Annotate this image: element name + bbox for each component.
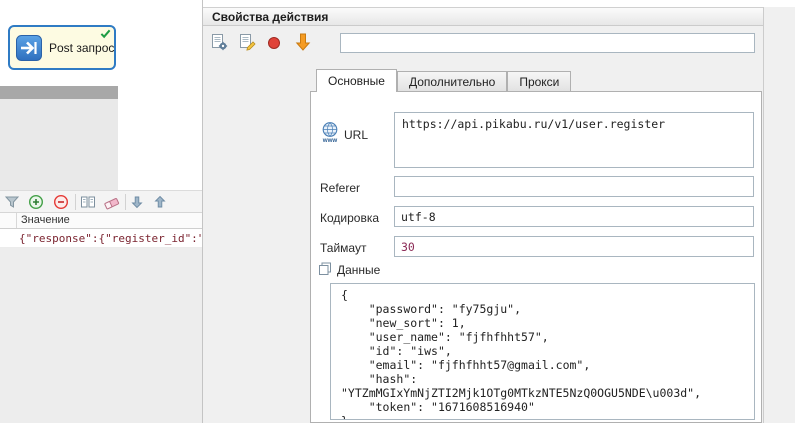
grid-header: Значение [0,213,203,229]
top-strip [203,0,795,7]
tab-main-label: Основные [328,74,385,88]
move-up-icon[interactable] [152,194,168,210]
properties-title: Свойства действия [212,10,328,24]
move-down-icon[interactable] [129,194,145,210]
record-icon[interactable] [266,35,282,51]
post-request-node[interactable]: Post запрос [8,25,116,70]
right-gutter [763,7,795,423]
data-label: Данные [337,263,380,277]
node-label: Post запрос [49,41,114,55]
eraser-icon[interactable] [104,194,120,210]
filter-icon[interactable] [4,194,20,210]
toolbar-separator [125,194,126,210]
referer-input[interactable] [394,176,754,197]
encoding-input[interactable] [394,206,754,227]
tab-additional[interactable]: Дополнительно [397,71,507,91]
toolbar-search-input[interactable] [340,33,755,53]
variables-toolbar [0,190,203,213]
workspace-panel-bg [0,99,118,190]
tab-proxy[interactable]: Прокси [507,71,571,91]
url-input[interactable]: https://api.pikabu.ru/v1/user.register [394,112,754,168]
timeout-label: Таймаут [320,241,366,255]
tab-main[interactable]: Основные [316,69,397,92]
encoding-label: Кодировка [320,211,379,225]
remove-icon[interactable] [53,194,69,210]
add-icon[interactable] [28,194,44,210]
grid-row-value: {"response":{"register_id":"e83981" [19,232,201,245]
timeout-input[interactable] [394,236,754,257]
toolbar-separator [75,194,76,210]
app-window: Post запрос Зна [0,0,795,423]
collapsed-panel-strip [0,86,118,99]
grid-row[interactable]: {"response":{"register_id":"e83981" [0,229,203,248]
referer-label: Referer [320,181,360,195]
insert-variable-arrow-icon[interactable] [294,32,312,52]
check-icon [100,28,111,39]
action-edit-icon[interactable] [238,33,256,51]
tab-additional-label: Дополнительно [409,75,495,89]
grid-value-header: Значение [21,214,70,226]
svg-text:www: www [322,137,338,143]
columns-icon[interactable] [80,194,96,210]
copy-icon [318,262,332,276]
properties-header: Свойства действия [203,7,763,26]
properties-tabs: Основные Дополнительно Прокси [316,69,571,92]
tab-proxy-label: Прокси [519,75,559,89]
url-label: URL [344,128,368,142]
action-settings-icon[interactable] [210,33,228,51]
workspace-bottom-bg [0,248,203,423]
panel-divider [202,0,203,423]
grid-column-divider [16,213,17,228]
www-globe-icon: www [320,121,340,143]
post-request-icon [16,35,42,61]
data-textarea[interactable]: { "password": "fy75gju", "new_sort": 1, … [330,283,755,420]
